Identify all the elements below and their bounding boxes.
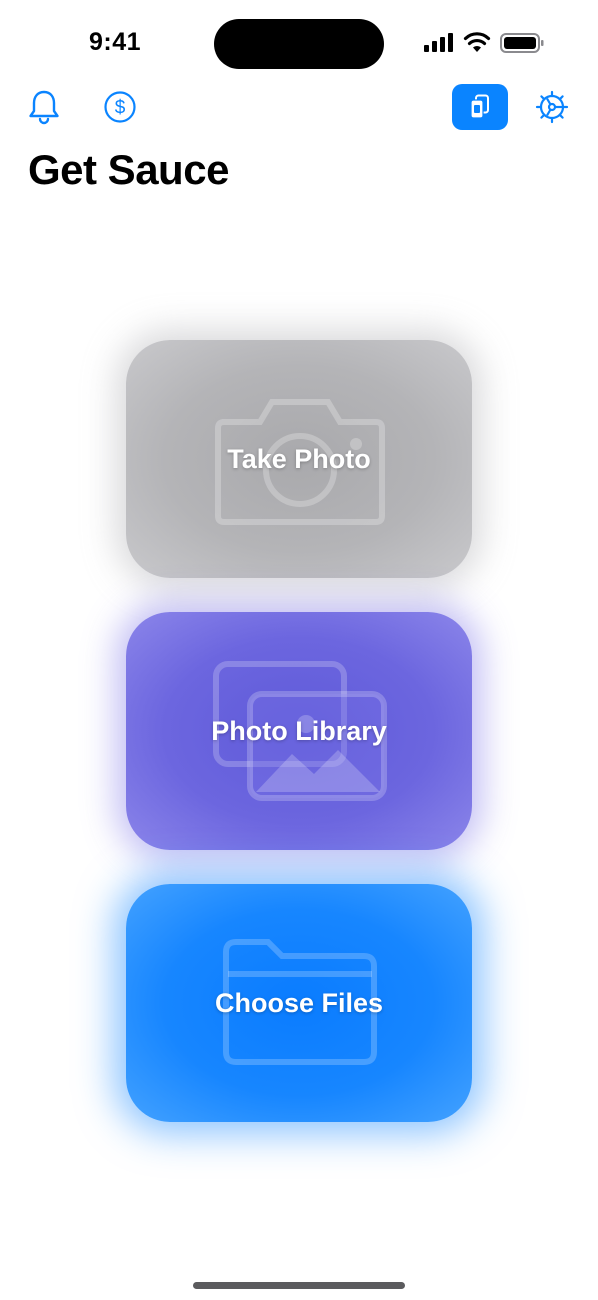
home-indicator[interactable]: [193, 1282, 405, 1289]
photo-library-label: Photo Library: [211, 715, 387, 746]
choose-files-label: Choose Files: [214, 987, 384, 1018]
take-photo-label: Take Photo: [227, 443, 371, 474]
dollar-circle-icon: $: [104, 91, 136, 123]
dynamic-island: [214, 19, 384, 69]
pricing-button[interactable]: $: [102, 89, 138, 125]
photo-library-button[interactable]: Photo Library: [126, 612, 472, 850]
wifi-icon: [463, 32, 491, 52]
cards-button[interactable]: [452, 84, 508, 130]
bell-icon: [29, 90, 59, 125]
svg-text:$: $: [115, 98, 126, 119]
cards-icon: [470, 94, 489, 119]
battery-icon: [500, 33, 544, 53]
gear-icon: [535, 90, 569, 124]
notifications-button[interactable]: [26, 88, 62, 126]
cellular-signal-icon: [424, 33, 453, 52]
status-bar: 9:41: [0, 0, 598, 88]
choose-files-button[interactable]: Choose Files: [126, 884, 472, 1122]
page-title: Get Sauce: [28, 146, 229, 193]
take-photo-button[interactable]: Take Photo: [126, 340, 472, 578]
settings-button[interactable]: [534, 89, 570, 125]
status-time: 9:41: [89, 28, 142, 56]
